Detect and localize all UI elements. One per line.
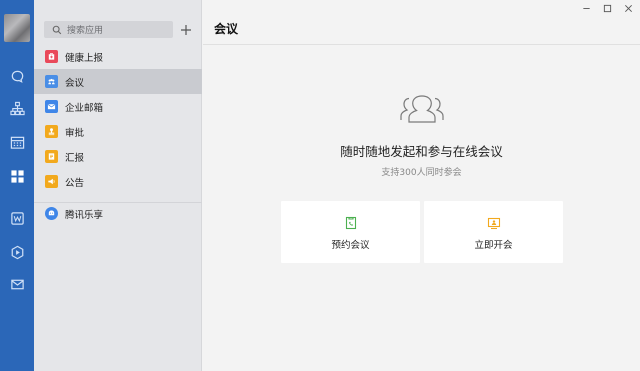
app-item-meeting[interactable]: 会议 xyxy=(34,69,202,94)
app-item-lexiang[interactable]: 腾讯乐享 xyxy=(34,201,202,226)
app-item-label: 健康上报 xyxy=(65,52,104,64)
group-people-icon xyxy=(400,95,444,123)
hero-subtitle: 支持300人同时参会 xyxy=(381,168,462,178)
report-icon xyxy=(45,150,58,163)
start-meeting-icon xyxy=(487,217,500,230)
maximize-button[interactable] xyxy=(600,2,614,14)
email-icon[interactable] xyxy=(7,274,27,294)
start-meeting-button[interactable]: 立即开会 xyxy=(424,201,563,263)
app-item-report[interactable]: 汇报 xyxy=(34,144,202,169)
page-title: 会议 xyxy=(214,22,239,36)
main-header: 会议 xyxy=(203,0,640,45)
announcement-icon xyxy=(45,175,58,188)
docs-icon[interactable] xyxy=(7,208,27,228)
nav-rail xyxy=(0,0,34,371)
search-icon xyxy=(52,25,62,34)
app-item-label: 审批 xyxy=(65,127,85,139)
meeting-icon xyxy=(45,75,58,88)
contacts-icon[interactable] xyxy=(7,98,27,118)
app-item-label: 汇报 xyxy=(65,152,85,164)
avatar[interactable] xyxy=(4,14,30,42)
close-icon xyxy=(624,4,632,12)
minimize-button[interactable] xyxy=(579,2,593,14)
plus-icon xyxy=(181,24,191,35)
lexiang-icon xyxy=(45,207,58,220)
main-panel: 会议 随时随地发起和参与在线会议 支持300人同时参会 预约会议 立即开会 xyxy=(203,0,640,371)
app-item-label: 腾讯乐享 xyxy=(65,209,104,221)
maximize-icon xyxy=(603,4,611,12)
app-item-approval[interactable]: 审批 xyxy=(34,119,202,144)
approval-icon xyxy=(45,125,58,138)
search-placeholder: 搜索应用 xyxy=(67,26,104,36)
drive-icon[interactable] xyxy=(7,242,27,262)
close-button[interactable] xyxy=(621,2,635,14)
app-item-label: 会议 xyxy=(65,77,85,89)
app-item-mail[interactable]: 企业邮箱 xyxy=(34,94,202,119)
calendar-icon[interactable] xyxy=(7,132,27,152)
schedule-meeting-icon xyxy=(345,216,356,230)
app-item-label: 公告 xyxy=(65,177,85,189)
search-input[interactable]: 搜索应用 xyxy=(44,21,173,38)
mail-icon xyxy=(45,100,58,113)
schedule-meeting-button[interactable]: 预约会议 xyxy=(281,201,420,263)
chat-icon[interactable] xyxy=(7,66,27,86)
start-meeting-label: 立即开会 xyxy=(474,240,513,251)
app-item-health-report[interactable]: 健康上报 xyxy=(34,44,202,69)
schedule-meeting-label: 预约会议 xyxy=(331,240,370,251)
workbench-icon[interactable] xyxy=(7,166,27,186)
app-item-announcement[interactable]: 公告 xyxy=(34,169,202,194)
health-report-icon xyxy=(45,50,58,63)
app-list-panel: 搜索应用 健康上报 会议 企业邮箱 审批 汇报 公告 腾讯乐享 xyxy=(34,0,202,371)
hero-title: 随时随地发起和参与在线会议 xyxy=(340,144,503,159)
app-item-label: 企业邮箱 xyxy=(65,102,104,114)
minimize-icon xyxy=(582,7,590,9)
add-app-button[interactable] xyxy=(179,21,193,38)
